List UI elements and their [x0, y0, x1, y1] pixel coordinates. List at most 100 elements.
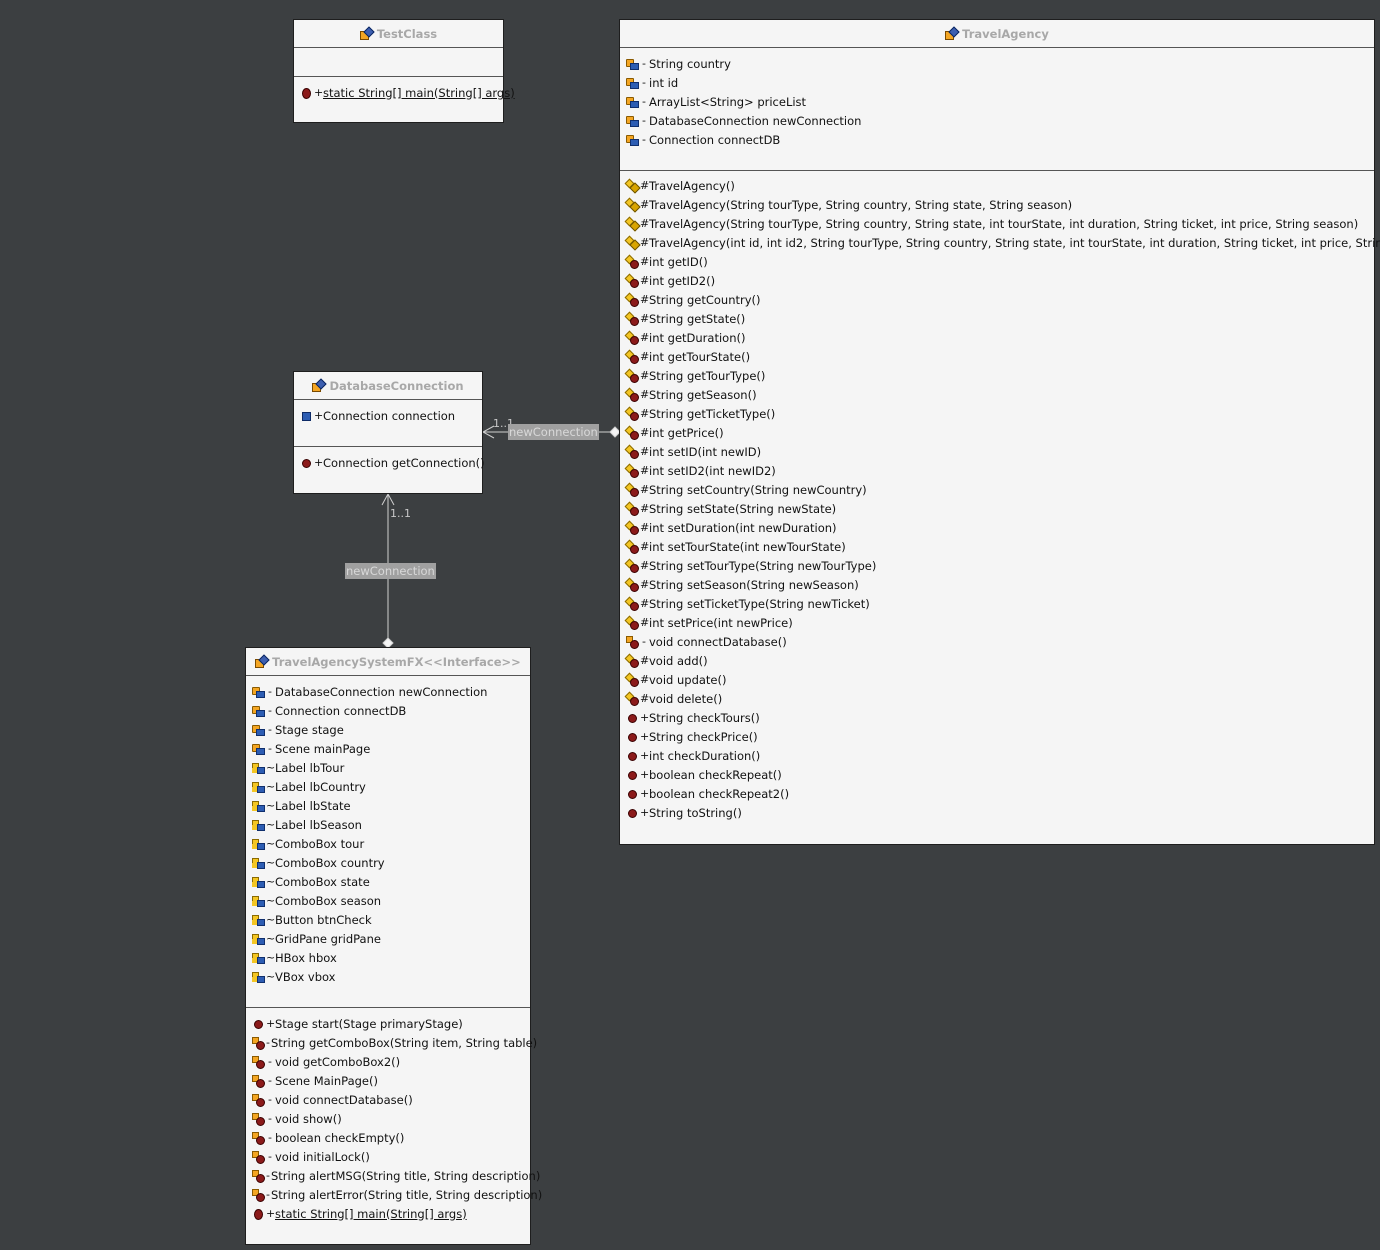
method-icon — [626, 712, 638, 724]
method-row[interactable]: + String checkTours() — [620, 708, 1374, 727]
method-row[interactable]: # void add() — [620, 651, 1374, 670]
method-row[interactable]: - void connectDatabase() — [620, 632, 1374, 651]
association-label-agency-db[interactable]: newConnection — [508, 424, 599, 440]
field-row[interactable]: ~ Label lbCountry — [246, 777, 530, 796]
class-name: TravelAgency — [962, 26, 1049, 41]
field-row[interactable]: - DatabaseConnection newConnection — [246, 682, 530, 701]
method-row[interactable]: - String alertMSG(String title, String de… — [246, 1166, 540, 1185]
field-row[interactable]: - Connection connectDB — [620, 130, 1374, 149]
field-row[interactable]: ~ ComboBox country — [246, 853, 530, 872]
class-header[interactable]: TestClass — [294, 20, 503, 48]
member-signature: String getTicketType() — [649, 406, 776, 421]
method-row[interactable]: # int setDuration(int newDuration) — [620, 518, 1374, 537]
field-row[interactable]: - ArrayList<String> priceList — [620, 92, 1374, 111]
method-row[interactable]: # void delete() — [620, 689, 1374, 708]
method-row[interactable]: - String getComboBox(String item, String … — [246, 1033, 537, 1052]
visibility-marker: # — [640, 293, 650, 306]
member-signature: String checkPrice() — [649, 729, 758, 744]
method-row[interactable]: # String setSeason(String newSeason) — [620, 575, 1374, 594]
method-row[interactable]: - void connectDatabase() — [246, 1090, 530, 1109]
field-row[interactable]: ~ Button btnCheck — [246, 910, 530, 929]
method-row[interactable]: + boolean checkRepeat2() — [620, 784, 1374, 803]
method-row[interactable]: + int checkDuration() — [620, 746, 1374, 765]
visibility-marker: # — [640, 654, 650, 667]
field-row[interactable]: ~ ComboBox tour — [246, 834, 530, 853]
method-row[interactable]: - void show() — [246, 1109, 530, 1128]
field-row[interactable]: - String country — [620, 54, 1374, 73]
method-row[interactable]: # int getID() — [620, 252, 1374, 271]
member-signature: VBox vbox — [275, 969, 336, 984]
method-row[interactable]: + static String[] main(String[] args) — [246, 1204, 530, 1223]
field-row[interactable]: ~ Label lbSeason — [246, 815, 530, 834]
method-row[interactable]: + static String[] main(String[] args) — [294, 83, 515, 102]
method-row[interactable]: # int setPrice(int newPrice) — [620, 613, 1374, 632]
class-databaseconnection[interactable]: DatabaseConnection + Connection connectio… — [293, 371, 485, 494]
method-row[interactable]: - void initialLock() — [246, 1147, 530, 1166]
methods-section: # TravelAgency() # TravelAgency(String tour… — [620, 171, 1380, 822]
visibility-marker: # — [640, 179, 650, 192]
method-row[interactable]: - void getComboBox2() — [246, 1052, 530, 1071]
method-icon — [252, 1018, 264, 1030]
class-travelagency[interactable]: TravelAgency - String country - int id - Arra… — [619, 19, 1380, 845]
method-row[interactable]: # String setTicketType(String newTicket) — [620, 594, 1374, 613]
method-row[interactable]: # String setCountry(String newCountry) — [620, 480, 1374, 499]
association-label-fx-db[interactable]: newConnection — [345, 563, 436, 579]
member-signature: int setPrice(int newPrice) — [649, 615, 793, 630]
method-row[interactable]: # TravelAgency(int id, int id2, String to… — [620, 233, 1380, 252]
method-row[interactable]: # String setTourType(String newTourType) — [620, 556, 1374, 575]
field-row[interactable]: ~ ComboBox season — [246, 891, 530, 910]
field-row[interactable]: - Connection connectDB — [246, 701, 530, 720]
field-row[interactable]: + Connection connection — [294, 406, 482, 425]
method-row[interactable]: - Scene MainPage() — [246, 1071, 530, 1090]
class-testclass[interactable]: TestClass + static String[] main(String[]… — [293, 19, 515, 123]
class-header[interactable]: TravelAgencySystemFX<<Interface>> — [246, 648, 530, 676]
field-row[interactable]: ~ VBox vbox — [246, 967, 530, 986]
method-row[interactable]: # String getState() — [620, 309, 1374, 328]
class-header[interactable]: TravelAgency — [620, 20, 1374, 48]
method-row[interactable]: # String getCountry() — [620, 290, 1374, 309]
method-row[interactable]: - boolean checkEmpty() — [246, 1128, 530, 1147]
field-row[interactable]: ~ Label lbTour — [246, 758, 530, 777]
field-icon — [252, 762, 265, 774]
visibility-marker: - — [266, 1188, 270, 1201]
method-row[interactable]: + Connection getConnection() — [294, 453, 485, 472]
method-row[interactable]: # int setID(int newID) — [620, 442, 1374, 461]
class-travelagencysystemfx[interactable]: TravelAgencySystemFX<<Interface>> - Datab… — [245, 647, 542, 1245]
method-row[interactable]: - String alertError(String title, String … — [246, 1185, 542, 1204]
method-row[interactable]: # int getDuration() — [620, 328, 1374, 347]
method-row[interactable]: # String getTicketType() — [620, 404, 1374, 423]
field-row[interactable]: ~ ComboBox state — [246, 872, 530, 891]
method-row[interactable]: + String checkPrice() — [620, 727, 1374, 746]
field-row[interactable]: ~ Label lbState — [246, 796, 530, 815]
field-row[interactable]: - int id — [620, 73, 1374, 92]
method-row[interactable]: # String setState(String newState) — [620, 499, 1374, 518]
method-row[interactable]: # TravelAgency() — [620, 176, 1374, 195]
method-row[interactable]: # int getID2() — [620, 271, 1374, 290]
method-row[interactable]: # TravelAgency(String tourType, String co… — [620, 195, 1374, 214]
method-row[interactable]: # int getTourState() — [620, 347, 1374, 366]
visibility-marker: + — [640, 730, 650, 743]
method-row[interactable]: # int setTourState(int newTourState) — [620, 537, 1374, 556]
field-row[interactable]: ~ GridPane gridPane — [246, 929, 530, 948]
member-signature: int setID(int newID) — [649, 444, 762, 459]
field-row[interactable]: ~ HBox hbox — [246, 948, 530, 967]
class-icon — [945, 28, 958, 40]
method-row[interactable]: # TravelAgency(String tourType, String co… — [620, 214, 1374, 233]
method-row[interactable]: # int setID2(int newID2) — [620, 461, 1374, 480]
method-row[interactable]: # int getPrice() — [620, 423, 1374, 442]
visibility-marker: ~ — [266, 856, 276, 869]
method-row[interactable]: # String getSeason() — [620, 385, 1374, 404]
method-row[interactable]: # String getTourType() — [620, 366, 1374, 385]
field-icon — [252, 686, 265, 698]
field-row[interactable]: - DatabaseConnection newConnection — [620, 111, 1374, 130]
visibility-marker: - — [268, 723, 272, 736]
method-row[interactable]: + Stage start(Stage primaryStage) — [246, 1014, 530, 1033]
method-row[interactable]: # void update() — [620, 670, 1374, 689]
class-name: DatabaseConnection — [329, 378, 464, 393]
visibility-marker: # — [640, 274, 650, 287]
method-row[interactable]: + boolean checkRepeat() — [620, 765, 1374, 784]
method-row[interactable]: + String toString() — [620, 803, 1374, 822]
field-row[interactable]: - Stage stage — [246, 720, 530, 739]
class-header[interactable]: DatabaseConnection — [294, 372, 482, 400]
field-row[interactable]: - Scene mainPage — [246, 739, 530, 758]
